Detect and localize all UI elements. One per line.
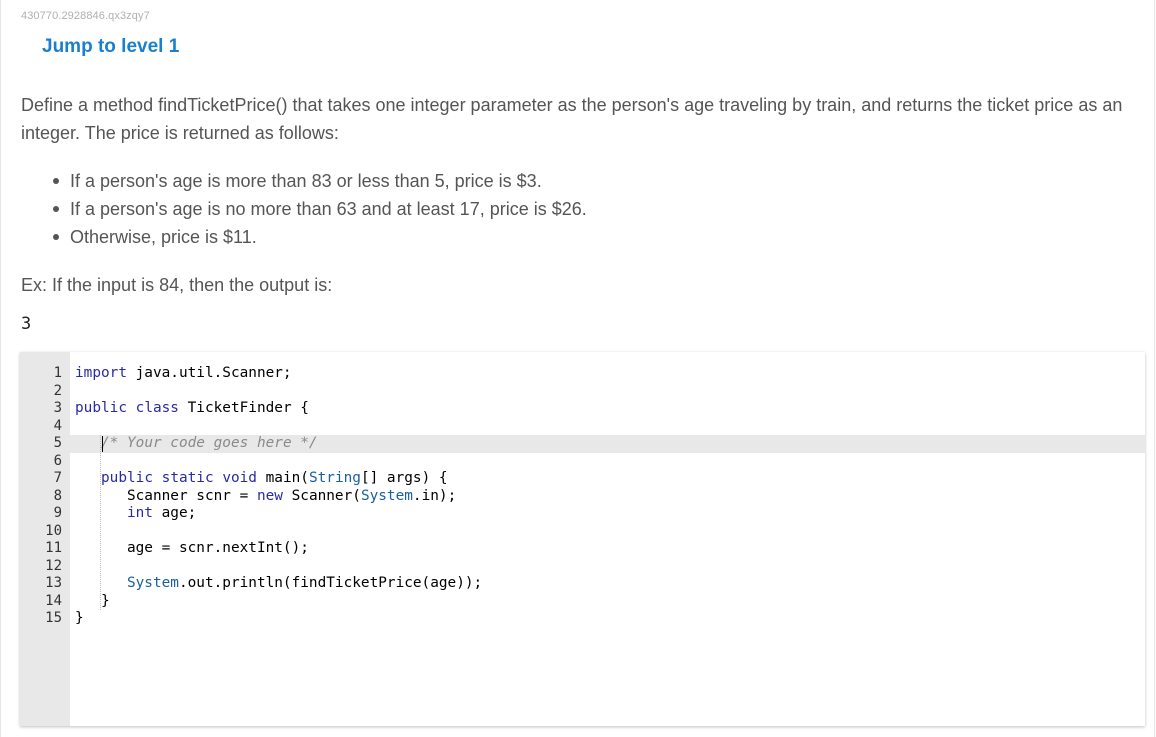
code-text[interactable]: } (75, 593, 110, 611)
line-number: 13 (45, 575, 62, 591)
code-line[interactable]: 3 public class TicketFinder { (20, 400, 1145, 418)
code-line[interactable]: 14 } (20, 593, 1145, 611)
jump-to-level-link[interactable]: Jump to level 1 (42, 36, 179, 58)
code-line[interactable]: 9 int age; (20, 505, 1145, 523)
code-lines[interactable]: 1 import java.util.Scanner; 2 3 public class… (20, 365, 1145, 628)
code-line[interactable]: 12 (20, 558, 1145, 576)
code-line[interactable]: 10 (20, 523, 1145, 541)
code-line[interactable]: 6 (20, 453, 1145, 471)
code-editor[interactable]: 1 import java.util.Scanner; 2 3 public class… (20, 352, 1145, 726)
price-rule-item: If a person's age is more than 83 or les… (21, 167, 587, 195)
code-text[interactable]: /* Your code goes here */ (75, 435, 318, 453)
code-line[interactable]: 7 public static void main(String[] args)… (20, 470, 1145, 488)
indent-guide (100, 435, 101, 610)
example-output: 3 (21, 314, 32, 334)
code-line[interactable]: 4 (20, 418, 1145, 436)
price-rule-item: Otherwise, price is $11. (21, 223, 587, 251)
line-number: 1 (53, 365, 62, 381)
code-text[interactable]: } (75, 610, 84, 628)
code-text[interactable]: public class TicketFinder { (75, 400, 309, 418)
code-line[interactable]: 11 age = scnr.nextInt(); (20, 540, 1145, 558)
code-text[interactable]: import java.util.Scanner; (75, 365, 292, 383)
code-line[interactable]: 15} (20, 610, 1145, 628)
line-number: 4 (53, 417, 62, 434)
code-line[interactable]: 13 System.out.println(findTicketPrice(ag… (20, 575, 1145, 593)
price-rule-item: If a person's age is no more than 63 and… (21, 195, 587, 223)
example-text: Ex: If the input is 84, then the output … (21, 275, 333, 295)
code-text[interactable]: age = scnr.nextInt(); (75, 540, 309, 558)
line-number: 12 (45, 557, 62, 574)
line-number: 5 (53, 435, 62, 451)
text-cursor (102, 436, 103, 452)
code-text[interactable]: Scanner scnr = new Scanner(System.in); (75, 488, 456, 506)
problem-description: Define a method findTicketPrice() that t… (21, 95, 1123, 143)
line-number: 7 (53, 470, 62, 486)
code-line[interactable]: 8 Scanner scnr = new Scanner(System.in); (20, 488, 1145, 506)
line-number: 10 (45, 522, 62, 539)
price-rules-list: If a person's age is more than 83 or les… (21, 167, 587, 251)
line-number: 15 (45, 610, 62, 626)
line-number: 6 (53, 452, 62, 469)
line-number: 14 (45, 592, 62, 609)
code-text[interactable]: System.out.println(findTicketPrice(age))… (75, 575, 482, 593)
line-number: 2 (53, 382, 62, 399)
problem-id: 430770.2928846.qx3zqy7 (21, 10, 150, 22)
line-number: 9 (53, 505, 62, 521)
line-number: 11 (45, 540, 62, 556)
code-line[interactable]: 5 /* Your code goes here */ (20, 435, 1145, 453)
code-text[interactable]: int age; (75, 505, 196, 523)
code-line[interactable]: 1 import java.util.Scanner; (20, 365, 1145, 383)
code-line[interactable]: 2 (20, 383, 1145, 401)
code-text[interactable]: public static void main(String[] args) { (75, 470, 448, 488)
line-number: 3 (53, 400, 62, 416)
line-number: 8 (53, 487, 62, 504)
